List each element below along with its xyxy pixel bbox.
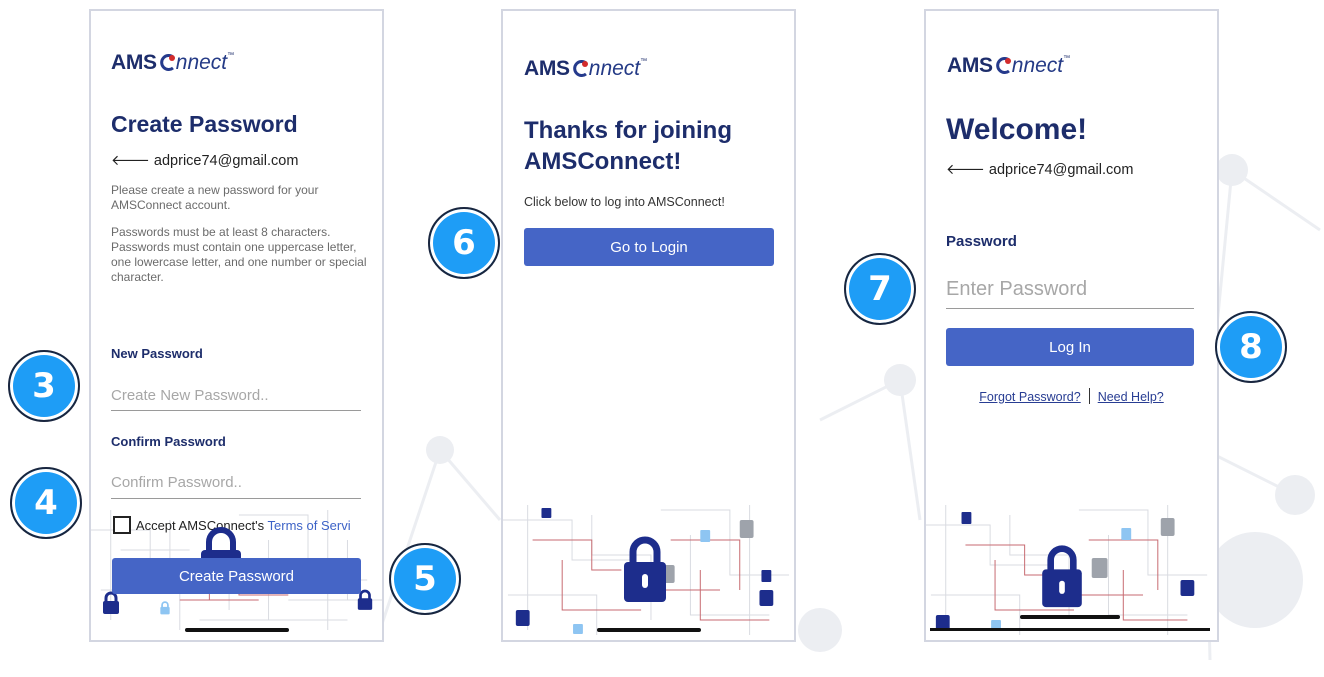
email-back-row[interactable]: 🡐 adprice74@gmail.com [946, 161, 1133, 178]
email-back-row[interactable]: 🡐 adprice74@gmail.com [111, 152, 298, 169]
step-badge-4: 4 [10, 467, 82, 539]
accept-terms-checkbox[interactable] [113, 516, 131, 534]
lock-icon [1042, 545, 1082, 608]
arrow-left-icon[interactable]: 🡐 [111, 153, 150, 169]
page-title: Thanks for joining AMSConnect! [524, 115, 732, 177]
link-divider [1088, 388, 1090, 404]
email-text: adprice74@gmail.com [153, 153, 299, 169]
create-password-screen: AMS nnect™ Create Password 🡐 adprice74@gm… [89, 9, 384, 642]
step-badge-3: 3 [8, 350, 80, 422]
connect-c-icon [993, 56, 1012, 74]
forgot-password-link[interactable]: Forgot Password? [979, 390, 1080, 404]
title-line-2: AMSConnect! [524, 148, 682, 175]
connect-c-icon [157, 53, 176, 71]
arrow-left-icon[interactable]: 🡐 [946, 162, 985, 178]
amsconnect-logo: AMS nnect™ [947, 54, 1071, 77]
login-screen: AMS nnect™ Welcome! 🡐 adprice74@gmail.com… [924, 9, 1219, 642]
login-prompt-text: Click below to log into AMSConnect! [524, 195, 725, 209]
page-title: Create Password [111, 111, 298, 137]
home-indicator [597, 628, 701, 632]
connect-c-icon [570, 59, 589, 77]
home-indicator [1020, 615, 1120, 619]
help-links-row: Forgot Password? Need Help? [926, 388, 1217, 404]
amsconnect-logo: AMS nnect™ [524, 57, 648, 80]
confirm-password-label: Confirm Password [111, 434, 226, 449]
lock-icon [624, 536, 666, 602]
password-input[interactable] [946, 271, 1194, 309]
step-badge-8: 8 [1215, 311, 1287, 383]
step-badge-6: 6 [428, 207, 500, 279]
email-text: adprice74@gmail.com [988, 162, 1134, 178]
bottom-bar [930, 628, 1210, 631]
new-password-label: New Password [111, 346, 203, 361]
home-indicator [185, 628, 289, 632]
step-badge-7: 7 [844, 253, 916, 325]
lock-icon [103, 591, 119, 614]
page-title: Welcome! [946, 113, 1088, 146]
new-password-input[interactable] [111, 381, 361, 411]
confirm-password-input[interactable] [111, 467, 361, 499]
go-to-login-button[interactable]: Go to Login [524, 228, 774, 266]
terms-of-service-link[interactable]: Terms of Servi [268, 518, 351, 533]
password-rules-text: Passwords must be at least 8 characters.… [111, 225, 367, 284]
registration-success-screen: AMS nnect™ Thanks for joining AMSConnect!… [501, 9, 796, 642]
create-password-button[interactable]: Create Password [112, 558, 361, 594]
amsconnect-logo: AMS nnect™ [111, 51, 235, 74]
lock-icon [160, 601, 170, 615]
step-badge-5: 5 [389, 543, 461, 615]
need-help-link[interactable]: Need Help? [1098, 390, 1164, 404]
password-label: Password [946, 233, 1017, 250]
log-in-button[interactable]: Log In [946, 328, 1194, 366]
intro-text: Please create a new password for your AM… [111, 183, 319, 212]
title-line-1: Thanks for joining [524, 117, 732, 144]
